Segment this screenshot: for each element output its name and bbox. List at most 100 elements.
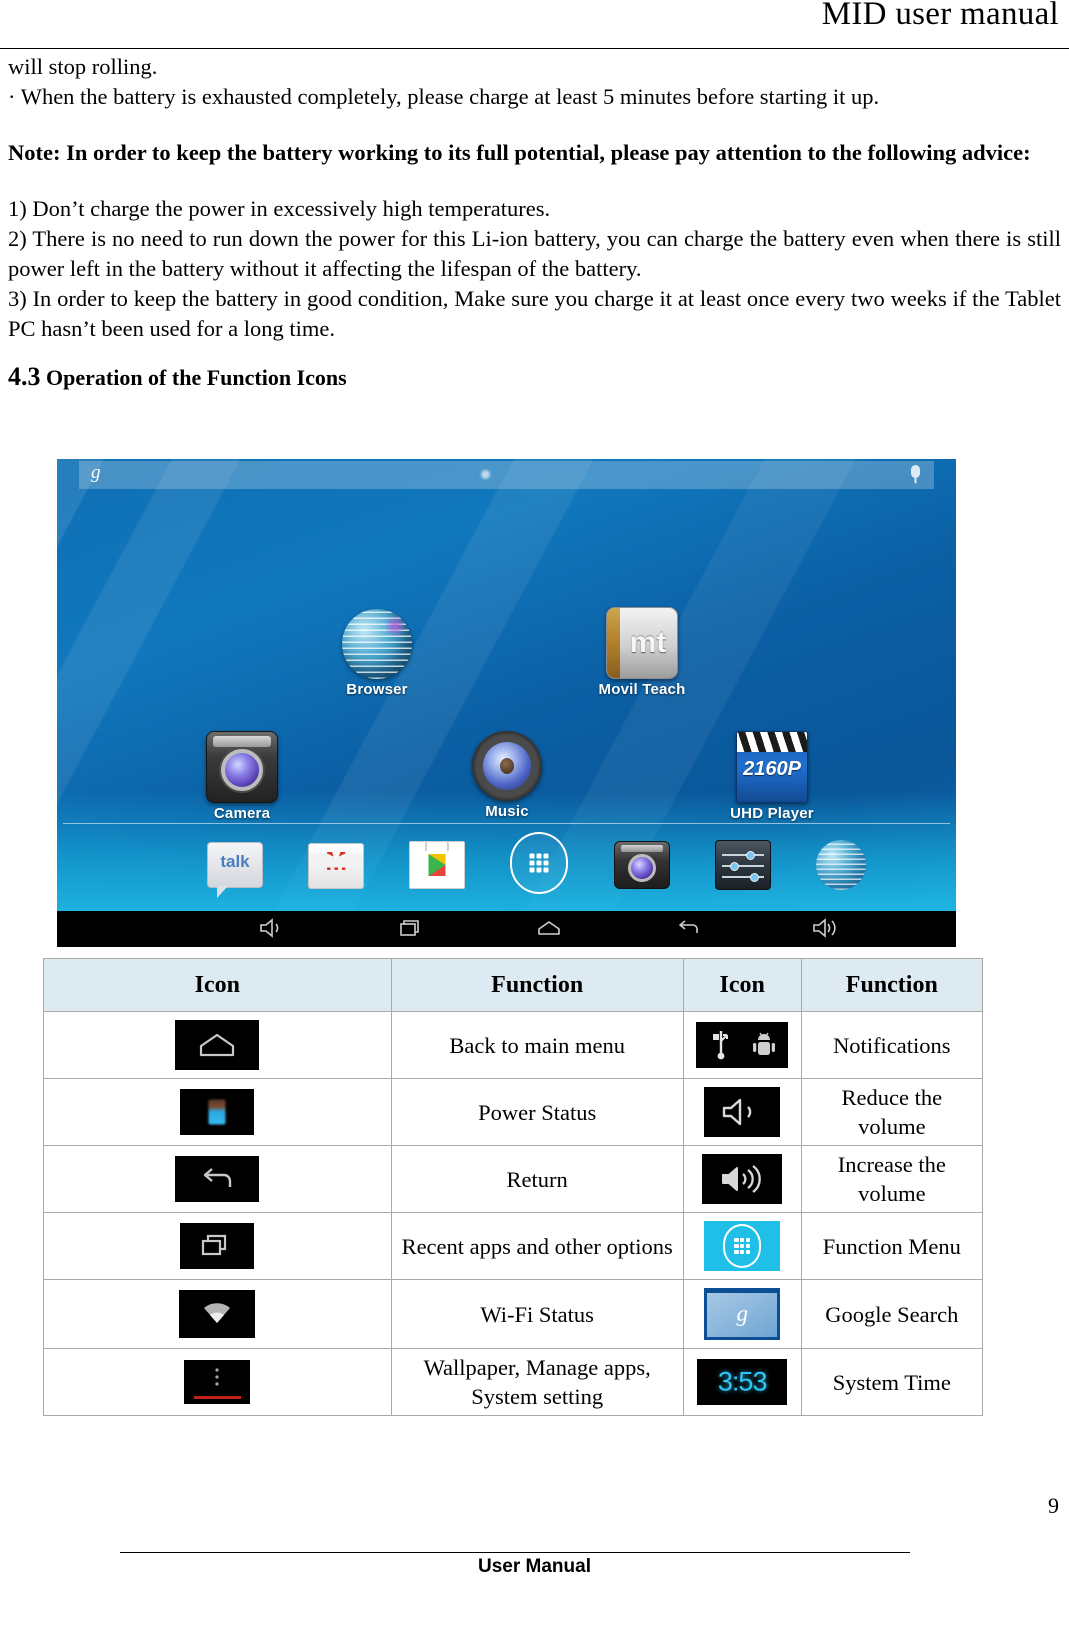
page-title: MID user manual — [821, 0, 1059, 32]
cell-function: Return — [390, 1145, 684, 1213]
cell-function: Power Status — [390, 1078, 684, 1146]
uhd-badge: 2160P — [743, 758, 801, 780]
cell-icon-notifications — [682, 1011, 802, 1079]
talk-icon: talk — [220, 851, 250, 871]
movil-teach-badge: mt — [629, 626, 667, 659]
column-header-function-right: Function — [800, 958, 984, 1012]
cell-function: Increase the volume — [800, 1145, 984, 1213]
cell-icon-function-menu — [682, 1212, 802, 1280]
dock-item-camera[interactable] — [613, 841, 670, 889]
clapperboard-icon: 2160P — [736, 731, 808, 803]
section-title: Operation of the Function Icons — [46, 365, 347, 390]
overflow-menu-icon — [184, 1360, 251, 1404]
play-store-icon — [428, 854, 446, 876]
cell-icon-volume-up — [682, 1145, 802, 1213]
home-screen-apps: Browser mt Movil Teach Camera Music 2160… — [57, 459, 956, 859]
app-icon-music[interactable]: Music — [432, 731, 582, 820]
dock-item-browser[interactable] — [815, 840, 866, 890]
cell-function: Notifications — [800, 1011, 984, 1079]
header-divider — [0, 48, 1069, 49]
home-icon — [175, 1020, 260, 1070]
app-icon-camera[interactable]: Camera — [167, 731, 317, 822]
table-row: Back to main menu Notifications — [43, 1011, 984, 1079]
app-icon-browser[interactable]: Browser — [302, 609, 452, 698]
cell-icon-google-search: g — [682, 1279, 802, 1349]
app-icon-uhd-player[interactable]: 2160P UHD Player — [697, 731, 847, 822]
paragraph-note: Note: In order to keep the battery worki… — [8, 140, 1031, 165]
cell-icon-overflow-menu — [43, 1348, 392, 1416]
function-icons-table: Icon Function Icon Function Back to main… — [43, 958, 984, 1416]
globe-icon — [342, 609, 412, 679]
google-search-icon: g — [704, 1288, 781, 1340]
cell-function: Back to main menu — [390, 1011, 684, 1079]
section-number: 4.3 — [8, 362, 41, 391]
footer-divider — [120, 1552, 910, 1553]
paragraph-item2: 2) There is no need to run down the powe… — [8, 226, 1061, 281]
table-row: Wallpaper, Manage apps, System setting 3… — [43, 1348, 984, 1416]
tablet-screenshot: g Browser mt Movil Teach Camera Music 21… — [57, 459, 956, 947]
dock-item-app-drawer[interactable] — [510, 832, 569, 894]
recent-apps-icon — [180, 1223, 255, 1269]
recent-apps-icon[interactable] — [396, 916, 426, 942]
dock-divider — [63, 823, 950, 824]
paragraph-line1: will stop rolling. — [8, 54, 158, 79]
android-navigation-bar — [57, 911, 956, 947]
document-content: will stop rolling. · When the battery is… — [8, 52, 1061, 392]
table-row: Recent apps and other options Function M… — [43, 1212, 984, 1280]
volume-up-icon — [702, 1154, 783, 1204]
cell-function: Recent apps and other options — [390, 1212, 684, 1280]
system-time-value: 3:53 — [717, 1366, 768, 1397]
table-row: Wi-Fi Status g Google Search — [43, 1279, 984, 1349]
battery-icon — [180, 1089, 255, 1135]
app-label: Browser — [346, 681, 408, 698]
cell-function: Google Search — [800, 1279, 984, 1349]
dock-item-talk[interactable]: talk — [207, 841, 263, 898]
dock-item-settings[interactable] — [714, 839, 771, 890]
cell-function: Function Menu — [800, 1212, 984, 1280]
cell-function: System Time — [800, 1348, 984, 1416]
column-header-function-left: Function — [390, 958, 684, 1012]
google-glyph: g — [736, 1301, 748, 1326]
volume-down-icon[interactable] — [257, 916, 287, 942]
dock: talk M — [57, 823, 956, 911]
wifi-icon — [179, 1290, 256, 1338]
cell-function: Wallpaper, Manage apps, System setting — [390, 1348, 684, 1416]
back-icon[interactable] — [673, 916, 703, 942]
dock-item-gmail[interactable]: M — [308, 842, 365, 889]
paragraph-line2: · When the battery is exhausted complete… — [8, 84, 880, 109]
cell-icon-back — [43, 1145, 392, 1213]
column-header-icon-left: Icon — [43, 958, 392, 1012]
dock-item-play-store[interactable] — [409, 841, 466, 889]
page-header: MID user manual — [0, 0, 1069, 49]
column-header-icon-right: Icon — [682, 958, 802, 1012]
home-icon[interactable] — [534, 916, 564, 942]
footer-label: User Manual — [478, 1556, 591, 1577]
movil-teach-icon: mt — [606, 607, 678, 679]
cell-function: Wi-Fi Status — [390, 1279, 684, 1349]
usb-android-icon — [696, 1022, 789, 1068]
paragraph-item1: 1) Don’t charge the power in excessively… — [8, 196, 551, 221]
back-icon — [175, 1156, 260, 1202]
volume-down-icon — [704, 1087, 781, 1137]
clock-icon: 3:53 — [697, 1359, 788, 1405]
speaker-icon — [472, 731, 542, 801]
cell-icon-volume-down — [682, 1078, 802, 1146]
cell-icon-clock: 3:53 — [682, 1348, 802, 1416]
app-drawer-icon — [704, 1221, 781, 1271]
cell-function: Reduce the volume — [800, 1078, 984, 1146]
volume-up-icon[interactable] — [811, 916, 841, 942]
table-row: Return Increase the volume — [43, 1145, 984, 1213]
app-label: Movil Teach — [598, 681, 686, 698]
app-icon-movil-teach[interactable]: mt Movil Teach — [567, 607, 717, 698]
paragraph-item3: 3) In order to keep the battery in good … — [8, 286, 1061, 341]
app-label: Music — [485, 803, 529, 820]
app-label: Camera — [213, 805, 271, 822]
page-number: 9 — [1048, 1493, 1059, 1518]
section-heading: 4.3 Operation of the Function Icons — [8, 362, 1061, 392]
table-header-row: Icon Function Icon Function — [43, 958, 984, 1012]
table-row: Power Status Reduce the volume — [43, 1078, 984, 1146]
app-drawer-icon — [529, 853, 549, 873]
cell-icon-home — [43, 1011, 392, 1079]
app-label: UHD Player — [730, 805, 814, 822]
camera-icon — [627, 853, 656, 882]
